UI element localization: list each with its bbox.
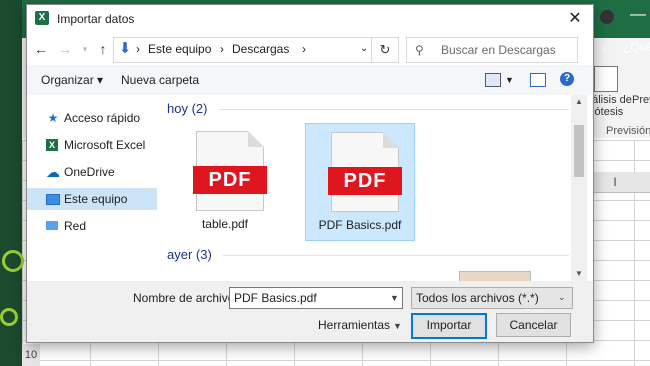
row-header[interactable]: 10 xyxy=(22,344,40,366)
group-header-today[interactable]: hoy (2) xyxy=(167,101,207,116)
sidebar-item-excel[interactable]: X Microsoft Excel xyxy=(27,134,157,156)
sidebar-item-label: Acceso rápido xyxy=(64,111,141,125)
filename-value: PDF Basics.pdf xyxy=(234,291,317,305)
scrollbar-thumb[interactable] xyxy=(574,125,584,177)
star-icon: ★ xyxy=(47,111,59,125)
page-fold xyxy=(248,131,264,147)
search-placeholder: Buscar en Descargas xyxy=(441,43,556,57)
pdf-badge: PDF xyxy=(193,166,267,194)
recent-dropdown-icon[interactable]: ▾ xyxy=(77,41,93,57)
file-item-pdf-basics[interactable]: PDF PDF Basics.pdf xyxy=(305,123,415,241)
address-segment-this-pc[interactable]: Este equipo xyxy=(148,42,211,56)
avatar[interactable] xyxy=(600,10,614,24)
ribbon-label-forecast[interactable]: Prev xyxy=(632,94,650,106)
view-dropdown-icon[interactable]: ▼ xyxy=(505,75,514,85)
content-area: ★ Acceso rápido X Microsoft Excel ☁ OneD… xyxy=(27,95,593,283)
forward-arrow-icon[interactable]: → xyxy=(57,41,73,57)
pdf-badge: PDF xyxy=(328,167,402,195)
decorative-ring-icon xyxy=(2,250,24,272)
group-header-yesterday[interactable]: ayer (3) xyxy=(167,247,212,262)
new-folder-button[interactable]: Nueva carpeta xyxy=(121,73,199,87)
dialog-title-bar: X Importar datos ✕ xyxy=(27,5,593,33)
import-data-dialog: X Importar datos ✕ ← → ▾ ↑ ⬇ › Este equi… xyxy=(26,4,594,343)
command-toolbar: Organizar ▾ Nueva carpeta ▼ ? xyxy=(27,65,593,95)
page-fold xyxy=(383,132,399,148)
scroll-up-icon[interactable]: ▲ xyxy=(575,97,583,106)
address-sep: › xyxy=(136,42,140,56)
organize-button[interactable]: Organizar ▾ xyxy=(41,73,103,87)
address-segment-downloads[interactable]: Descargas xyxy=(232,42,289,56)
chevron-down-icon[interactable]: ▼ xyxy=(390,293,399,303)
view-options-icon[interactable] xyxy=(485,73,501,87)
decorative-ring-icon-2 xyxy=(0,308,18,326)
file-type-value: Todos los archivos (*.*) xyxy=(416,291,539,305)
tools-dropdown-icon[interactable]: ▼ xyxy=(393,321,402,331)
ribbon-group-forecast: Previsión xyxy=(606,125,650,137)
location-icon: ⬇ xyxy=(118,40,132,57)
search-icon: ⚲ xyxy=(415,43,424,57)
address-dropdown-icon[interactable]: ⌄ xyxy=(360,43,368,54)
navigation-bar: ← → ▾ ↑ ⬇ › Este equipo › Descargas › ⌄ … xyxy=(27,33,593,65)
sidebar-item-this-pc[interactable]: Este equipo xyxy=(27,188,157,210)
navigation-pane: ★ Acceso rápido X Microsoft Excel ☁ OneD… xyxy=(27,95,157,281)
preview-pane-icon[interactable] xyxy=(530,73,546,87)
sidebar-item-network[interactable]: Red xyxy=(27,215,157,237)
address-bar[interactable]: ⬇ › Este equipo › Descargas › ⌄ xyxy=(113,37,391,63)
file-item-table-pdf[interactable]: PDF table.pdf xyxy=(171,123,279,239)
sidebar-item-label: Microsoft Excel xyxy=(64,138,146,152)
file-name: PDF Basics.pdf xyxy=(318,218,402,232)
back-arrow-icon[interactable]: ← xyxy=(33,41,49,57)
sidebar-item-label: Red xyxy=(64,219,87,233)
file-list: hoy (2) PDF table.pdf PDF PDF Basics.pdf… xyxy=(161,95,571,283)
group-divider xyxy=(219,109,569,110)
lightbulb-icon[interactable]: ♁ xyxy=(600,40,610,55)
what-if-analysis-icon[interactable] xyxy=(594,66,618,92)
tell-me-box[interactable]: ¿Qué xyxy=(623,40,650,54)
close-button[interactable]: ✕ xyxy=(563,9,587,29)
chevron-down-icon: ⌄ xyxy=(558,292,566,302)
pdf-file-icon: PDF xyxy=(328,132,402,212)
address-sep-3[interactable]: › xyxy=(302,42,306,56)
excel-icon: X xyxy=(35,11,49,25)
dialog-footer: Nombre de archivo: PDF Basics.pdf ▼ Todo… xyxy=(27,281,593,342)
network-icon xyxy=(46,221,58,230)
import-button[interactable]: Importar xyxy=(411,313,487,339)
excel-icon: X xyxy=(46,139,58,151)
help-button[interactable]: ? xyxy=(560,72,574,86)
dialog-title: Importar datos xyxy=(57,12,135,26)
scroll-down-icon[interactable]: ▼ xyxy=(575,269,583,278)
up-arrow-icon[interactable]: ↑ xyxy=(95,41,111,57)
tools-menu[interactable]: Herramientas xyxy=(318,318,390,332)
cloud-icon: ☁ xyxy=(46,164,60,180)
sidebar-item-onedrive[interactable]: ☁ OneDrive xyxy=(27,161,157,183)
pdf-file-icon: PDF xyxy=(193,131,267,211)
sidebar-item-quick-access[interactable]: ★ Acceso rápido xyxy=(27,107,157,129)
computer-icon xyxy=(46,194,60,205)
cancel-button[interactable]: Cancelar xyxy=(496,313,571,337)
refresh-button[interactable]: ↻ xyxy=(371,37,399,63)
vertical-scrollbar[interactable]: ▲ ▼ xyxy=(571,95,587,281)
filename-input[interactable]: PDF Basics.pdf ▼ xyxy=(229,287,403,309)
file-type-select[interactable]: Todos los archivos (*.*) ⌄ xyxy=(411,287,573,309)
minimize-icon[interactable]: — xyxy=(630,6,646,24)
address-sep-2[interactable]: › xyxy=(220,42,224,56)
search-input[interactable]: ⚲ Buscar en Descargas xyxy=(406,37,578,63)
file-name: table.pdf xyxy=(201,217,249,231)
sidebar-item-label: Este equipo xyxy=(64,192,128,206)
sidebar-item-label: OneDrive xyxy=(64,165,115,179)
group-divider xyxy=(223,255,569,256)
filename-label: Nombre de archivo: xyxy=(133,291,238,305)
